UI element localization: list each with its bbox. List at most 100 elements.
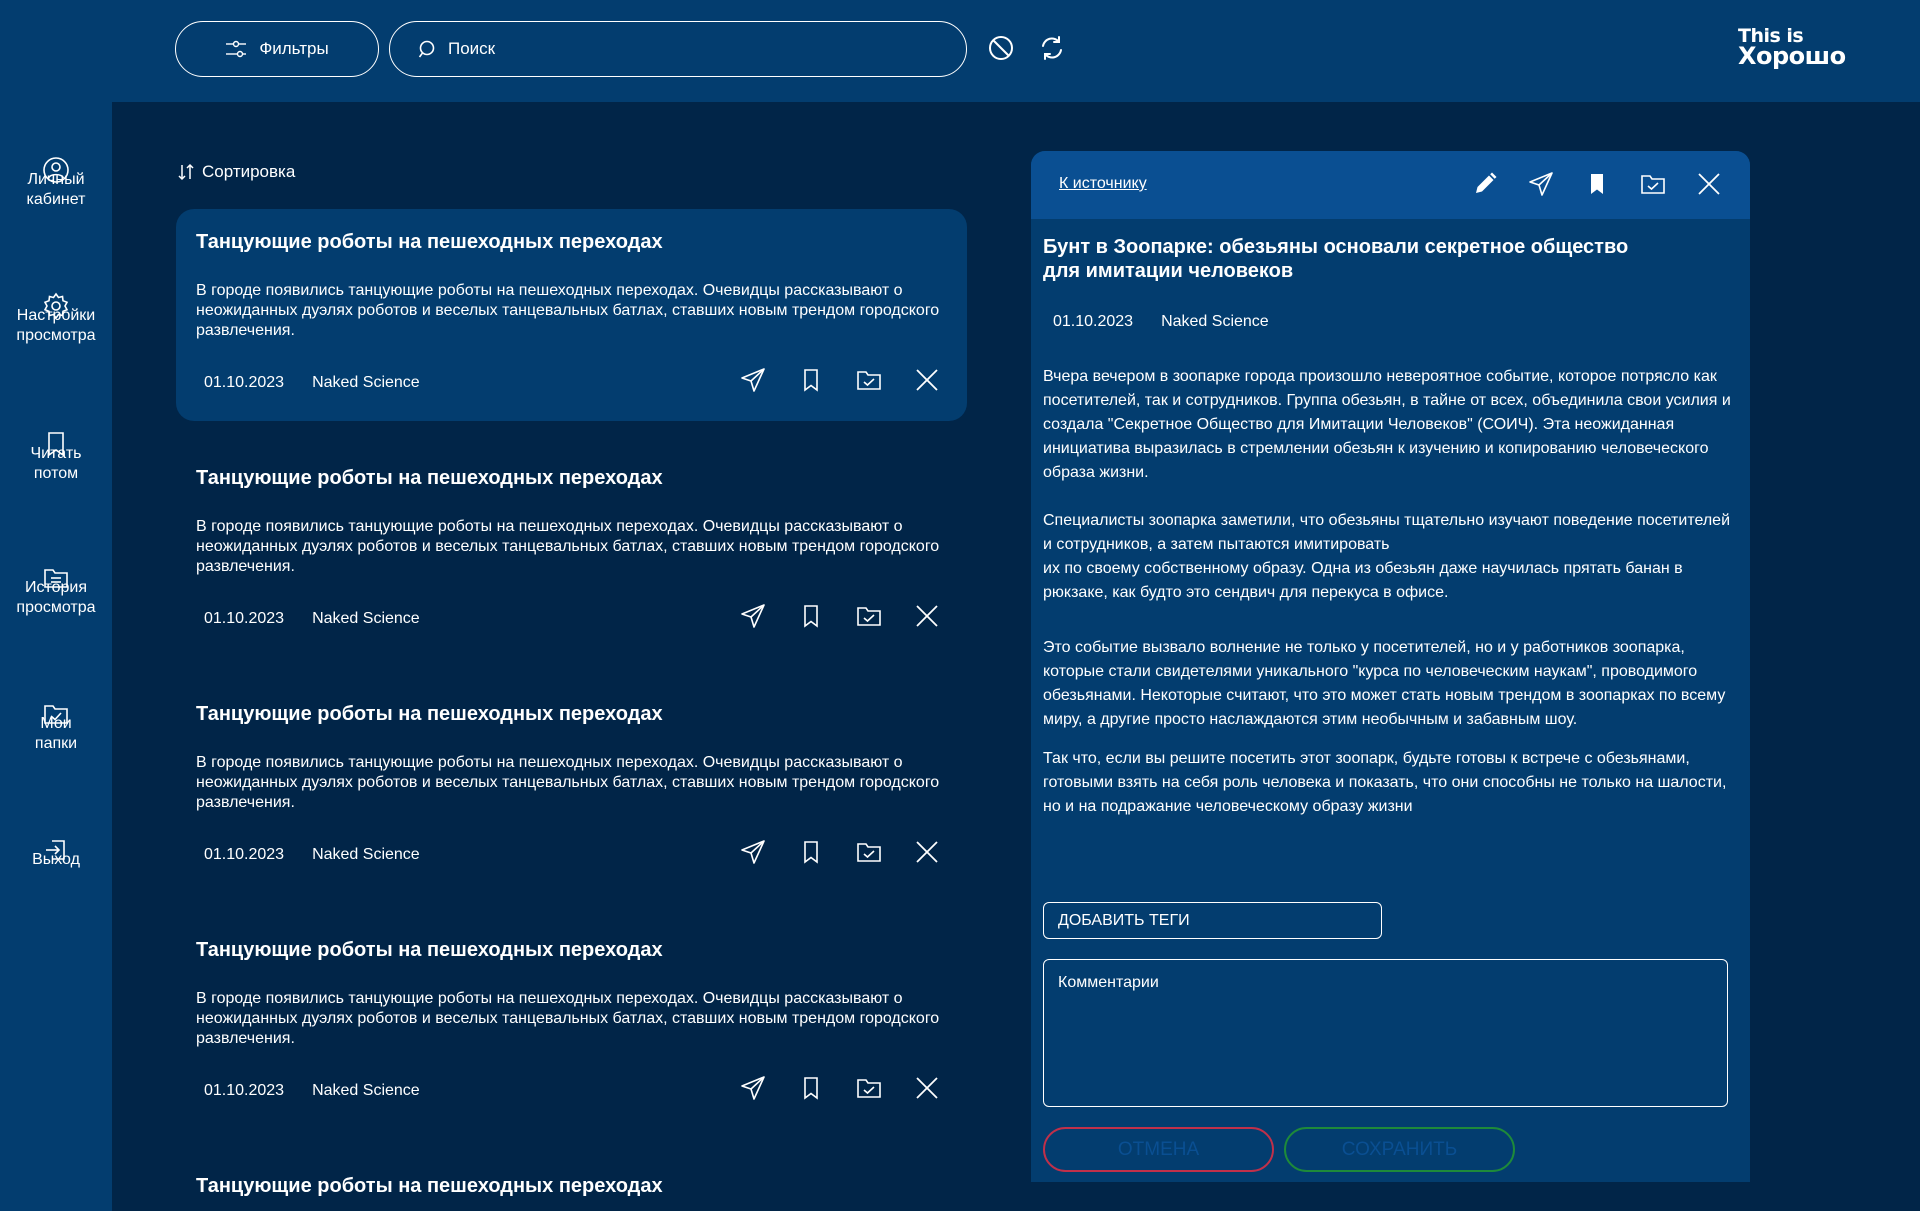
article-paragraph: Так что, если вы решите посетить этот зо… bbox=[1043, 750, 1727, 815]
card-meta: 01.10.2023 Naked Science bbox=[204, 1082, 420, 1100]
save-button[interactable]: СОХРАНИТЬ bbox=[1284, 1127, 1515, 1172]
folder-check-icon[interactable] bbox=[856, 367, 882, 393]
sidebar-item-view-settings[interactable]: Настройки просмотра bbox=[0, 272, 112, 346]
sidebar-item-label: Личный кабинет bbox=[26, 171, 86, 208]
card-source: Naked Science bbox=[312, 374, 420, 391]
bookmark-filled-icon[interactable] bbox=[1584, 171, 1610, 197]
card-date: 01.10.2023 bbox=[204, 374, 285, 391]
article-body: Вчера вечером в зоопарке города произошл… bbox=[1043, 365, 1743, 833]
bookmark-icon[interactable] bbox=[798, 603, 824, 629]
card-meta: 01.10.2023 Naked Science bbox=[204, 374, 420, 392]
news-card[interactable]: Танцующие роботы на пешеходных переходах… bbox=[176, 681, 967, 893]
panel-actions bbox=[1472, 171, 1722, 197]
sidebar-item-my-folders[interactable]: Мои папки bbox=[0, 680, 112, 754]
block-icon[interactable] bbox=[987, 34, 1015, 62]
sort-icon bbox=[178, 163, 194, 181]
card-meta: 01.10.2023 Naked Science bbox=[204, 610, 420, 628]
card-meta: 01.10.2023 Naked Science bbox=[204, 846, 420, 864]
bookmark-icon[interactable] bbox=[798, 1075, 824, 1101]
sort-button[interactable]: Сортировка bbox=[178, 162, 295, 182]
logo: This is Хорошо bbox=[1738, 26, 1868, 70]
news-card[interactable]: Танцующие роботы на пешеходных переходах… bbox=[176, 209, 967, 421]
card-actions bbox=[740, 367, 940, 393]
card-actions bbox=[740, 839, 940, 865]
card-title[interactable]: Танцующие роботы на пешеходных переходах bbox=[196, 231, 663, 254]
sidebar-item-label: История просмотра bbox=[16, 579, 96, 616]
folder-check-icon[interactable] bbox=[1640, 171, 1666, 197]
send-icon[interactable] bbox=[1528, 171, 1554, 197]
folder-check-icon[interactable] bbox=[856, 839, 882, 865]
article-detail-panel: К источнику Бунт в Зоопарке: обезьяны ос… bbox=[1031, 151, 1750, 1182]
card-date: 01.10.2023 bbox=[204, 1082, 285, 1099]
folder-check-icon[interactable] bbox=[856, 603, 882, 629]
card-source: Naked Science bbox=[312, 1082, 420, 1099]
sort-label: Сортировка bbox=[202, 162, 296, 181]
close-icon[interactable] bbox=[1696, 171, 1722, 197]
send-icon[interactable] bbox=[740, 839, 766, 865]
card-actions bbox=[740, 1075, 940, 1101]
bookmark-icon[interactable] bbox=[798, 839, 824, 865]
bookmark-icon bbox=[42, 410, 70, 457]
news-card[interactable]: Танцующие роботы на пешеходных переходах… bbox=[176, 917, 967, 1129]
card-title[interactable]: Танцующие роботы на пешеходных переходах bbox=[196, 467, 663, 490]
article-paragraph: Это событие вызвало волнение не только у… bbox=[1043, 639, 1726, 728]
bookmark-icon[interactable] bbox=[798, 367, 824, 393]
folder-check-icon bbox=[42, 680, 70, 724]
card-text: В городе появились танцующие роботы на п… bbox=[196, 754, 940, 811]
article-date: 01.10.2023 bbox=[1053, 313, 1134, 330]
source-link[interactable]: К источнику bbox=[1059, 175, 1147, 193]
card-title[interactable]: Танцующие роботы на пешеходных переходах bbox=[196, 703, 663, 726]
card-source: Naked Science bbox=[312, 610, 420, 627]
search-icon bbox=[418, 39, 438, 59]
sidebar-item-history[interactable]: История просмотра bbox=[0, 544, 112, 618]
send-icon[interactable] bbox=[740, 367, 766, 393]
panel-header: К источнику bbox=[1031, 151, 1750, 219]
edit-icon[interactable] bbox=[1472, 171, 1498, 197]
card-title[interactable]: Танцующие роботы на пешеходных переходах bbox=[196, 939, 663, 962]
filters-icon bbox=[225, 39, 247, 59]
refresh-icon[interactable] bbox=[1038, 34, 1066, 62]
card-title[interactable]: Танцующие роботы на пешеходных переходах bbox=[196, 1175, 663, 1198]
article-meta: 01.10.2023 Naked Science bbox=[1053, 313, 1269, 331]
close-icon[interactable] bbox=[914, 1075, 940, 1101]
user-icon bbox=[42, 136, 70, 183]
close-icon[interactable] bbox=[914, 603, 940, 629]
search-input[interactable] bbox=[448, 39, 928, 59]
close-icon[interactable] bbox=[914, 367, 940, 393]
folder-check-icon[interactable] bbox=[856, 1075, 882, 1101]
add-tags-button[interactable]: ДОБАВИТЬ ТЕГИ bbox=[1043, 902, 1382, 939]
sidebar-item-logout[interactable]: Выход bbox=[0, 816, 112, 870]
card-source: Naked Science bbox=[312, 846, 420, 863]
history-folder-icon bbox=[42, 544, 70, 588]
sidebar-item-label: Выход bbox=[32, 851, 80, 868]
logo-line-2: Хорошо bbox=[1738, 42, 1846, 70]
article-paragraph: Специалисты зоопарка заметили, что обезь… bbox=[1043, 512, 1730, 601]
send-icon[interactable] bbox=[740, 1075, 766, 1101]
article-paragraph: Вчера вечером в зоопарке города произошл… bbox=[1043, 368, 1731, 481]
sidebar-item-label: Настройки просмотра bbox=[16, 307, 96, 344]
top-bar: Фильтры This is Хорошо bbox=[0, 0, 1920, 102]
card-actions bbox=[740, 603, 940, 629]
close-icon[interactable] bbox=[914, 839, 940, 865]
sidebar-item-label: Мои папки bbox=[34, 715, 78, 752]
news-card[interactable]: Танцующие роботы на пешеходных переходах… bbox=[176, 445, 967, 657]
card-text: В городе появились танцующие роботы на п… bbox=[196, 518, 940, 575]
card-date: 01.10.2023 bbox=[204, 610, 285, 627]
card-text: В городе появились танцующие роботы на п… bbox=[196, 282, 940, 339]
comment-field[interactable] bbox=[1043, 959, 1728, 1107]
sidebar-item-profile[interactable]: Личный кабинет bbox=[0, 136, 112, 210]
card-text: В городе появились танцующие роботы на п… bbox=[196, 990, 940, 1047]
cancel-button[interactable]: ОТМЕНА bbox=[1043, 1127, 1274, 1172]
search-box[interactable] bbox=[389, 21, 967, 77]
sidebar-item-label: Читать потом bbox=[30, 445, 82, 482]
send-icon[interactable] bbox=[740, 603, 766, 629]
sidebar-item-read-later[interactable]: Читать потом bbox=[0, 410, 112, 484]
sidebar: Личный кабинет Настройки просмотра Читат… bbox=[0, 102, 112, 1211]
logout-icon bbox=[42, 816, 70, 860]
filters-button[interactable]: Фильтры bbox=[175, 21, 379, 77]
card-date: 01.10.2023 bbox=[204, 846, 285, 863]
news-card[interactable]: Танцующие роботы на пешеходных переходах bbox=[176, 1153, 967, 1211]
article-source: Naked Science bbox=[1161, 313, 1269, 330]
filters-label: Фильтры bbox=[259, 39, 329, 58]
article-title: Бунт в Зоопарке: обезьяны основали секре… bbox=[1043, 236, 1629, 282]
